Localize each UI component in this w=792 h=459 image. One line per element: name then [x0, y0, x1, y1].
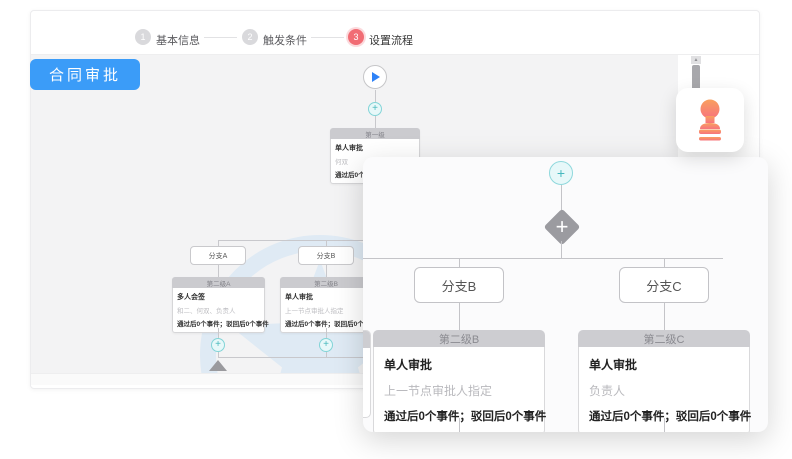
- flow-name-tag: 合同审批: [30, 59, 140, 90]
- connector: [326, 328, 327, 338]
- node-assignee: 上一节点审批人指定: [384, 382, 534, 399]
- branch-node-b[interactable]: 分支B: [414, 267, 504, 303]
- connector: [664, 303, 665, 330]
- connector: [375, 116, 376, 128]
- node-card-level2b[interactable]: 第二级B 单人审批 上一节点审批人指定 通过后0个事件；驳回后0个事件: [280, 277, 372, 333]
- connector: [459, 418, 460, 432]
- node-card-level2a[interactable]: 第二级A 多人会签 和二、何双、负责人 通过后0个事件；驳回后0个事件: [172, 277, 265, 333]
- node-card-title: 第二级C: [578, 330, 750, 347]
- zoom-overlay-panel: 分支B 分支C 第二级B 单人审批 上一节点审批人指定 通过后0个事件；驳回后0…: [363, 157, 768, 432]
- add-node-icon[interactable]: [319, 338, 333, 352]
- connector: [561, 241, 562, 258]
- node-type: 单人审批: [589, 356, 739, 373]
- node-assignee: 和二、何双、负责人: [177, 305, 260, 315]
- node-type: 单人审批: [285, 292, 367, 302]
- node-events: 通过后0个事件；驳回后0个事件: [285, 318, 367, 328]
- node-events: 通过后0个事件；驳回后0个事件: [177, 318, 260, 328]
- node-card-title: 第二级B: [280, 277, 372, 288]
- connector: [664, 418, 665, 432]
- start-node[interactable]: [363, 65, 387, 89]
- connector: [459, 258, 460, 267]
- add-node-icon[interactable]: [368, 102, 382, 116]
- node-card-title: 第二级B: [373, 330, 545, 347]
- node-card-partial: [363, 330, 371, 418]
- node-card-title: 第一级: [330, 128, 420, 139]
- step-connector: [204, 37, 237, 38]
- stamp-icon: [692, 99, 728, 141]
- step-1-circle[interactable]: 1: [135, 29, 151, 45]
- play-icon: [372, 72, 380, 82]
- node-assignee: 上一节点审批人指定: [285, 305, 367, 315]
- node-card-header: [363, 331, 370, 348]
- node-type: 单人审批: [335, 143, 415, 153]
- plus-icon: [549, 214, 575, 240]
- connector: [664, 258, 665, 267]
- branch-node-b[interactable]: 分支B: [298, 246, 354, 265]
- step-connector: [311, 37, 344, 38]
- node-type: 单人审批: [384, 356, 534, 373]
- step-2-label[interactable]: 触发条件: [263, 32, 307, 48]
- connector: [218, 328, 219, 338]
- node-assignee: 负责人: [589, 382, 739, 399]
- connector: [459, 303, 460, 330]
- add-node-icon[interactable]: [549, 161, 573, 185]
- connector: [363, 258, 723, 259]
- merge-arrow-icon: [209, 360, 227, 371]
- stamp-card: [676, 88, 744, 152]
- scroll-up-icon[interactable]: [691, 56, 701, 64]
- step-3-circle[interactable]: 3: [348, 29, 364, 45]
- node-card-level2b[interactable]: 第二级B 单人审批 上一节点审批人指定 通过后0个事件；驳回后0个事件: [373, 330, 545, 432]
- connector: [375, 90, 376, 102]
- node-card-level2c[interactable]: 第二级C 单人审批 负责人 通过后0个事件；驳回后0个事件: [578, 330, 750, 432]
- node-type: 多人会签: [177, 292, 260, 302]
- node-card-title: 第二级A: [172, 277, 265, 288]
- step-1-label[interactable]: 基本信息: [156, 32, 200, 48]
- branch-node-a[interactable]: 分支A: [190, 246, 246, 265]
- condition-gateway-node[interactable]: [544, 209, 581, 246]
- step-2-circle[interactable]: 2: [242, 29, 258, 45]
- add-node-icon[interactable]: [211, 338, 225, 352]
- connector: [218, 265, 219, 277]
- branch-node-c[interactable]: 分支C: [619, 267, 709, 303]
- connector: [326, 265, 327, 277]
- step-3-label[interactable]: 设置流程: [369, 32, 413, 48]
